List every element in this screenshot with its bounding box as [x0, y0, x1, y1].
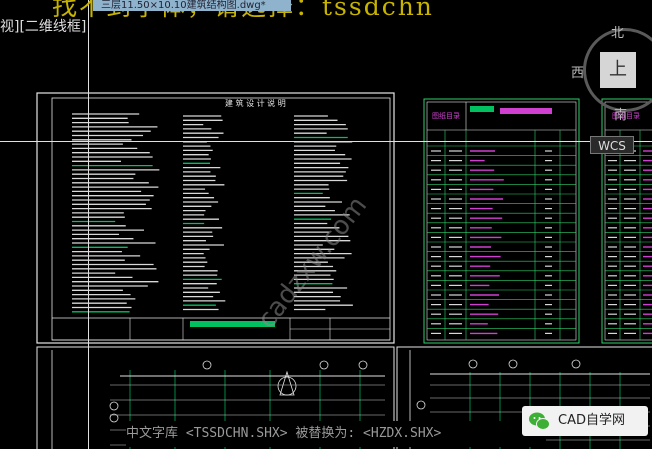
- wcs-menu[interactable]: WCS: [590, 136, 634, 154]
- drawing-index-rows-2: [605, 130, 652, 340]
- command-line-message: 中文字库 <TSSDCHN.SHX> 被替换为: <HZDX.SHX>: [126, 421, 546, 447]
- wechat-icon: [529, 412, 550, 430]
- watermark-text: cadzxw.com: [252, 191, 373, 334]
- drawing-index-rows-1: [427, 130, 576, 340]
- brand-badge: CAD自学网: [522, 406, 648, 436]
- drawing-canvas[interactable]: 建 筑 设 计 说 明 图纸目录 图纸目录 cadzxw.com: [0, 0, 652, 449]
- cursor-crosshair-vertical: [88, 0, 89, 449]
- viewcube-top-face[interactable]: 上: [600, 52, 636, 88]
- cursor-crosshair-horizontal: [0, 141, 652, 142]
- file-tab[interactable]: 三层11.50×10.10建筑结构图.dwg*: [93, 0, 291, 11]
- design-notes-title: 建 筑 设 计 说 明: [225, 98, 286, 108]
- viewport-label[interactable]: 视][二维线框]: [0, 16, 86, 36]
- drawing-index-sheet-1: 图纸目录: [423, 98, 580, 344]
- compass-west[interactable]: 西: [571, 62, 584, 81]
- compass-south[interactable]: 南: [614, 104, 627, 123]
- brand-label: CAD自学网: [558, 413, 625, 428]
- compass-north[interactable]: 北: [611, 22, 624, 41]
- drawing-index-title-1: 图纸目录: [432, 111, 460, 120]
